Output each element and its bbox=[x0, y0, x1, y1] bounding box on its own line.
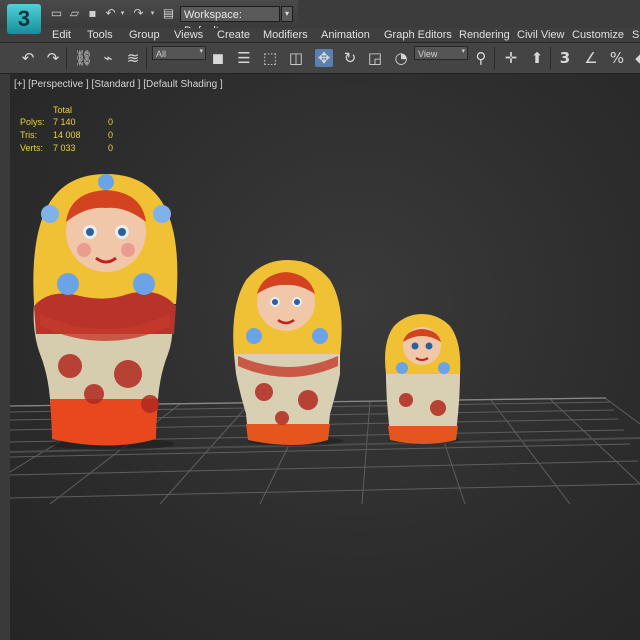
main-toolbar: ↶ ↷ ⛓ ⌁ ≋ All ▾ ◼ ☰ ⬚ ◫ ✥ ↻ ◲ ◔ View ▾ ⚲… bbox=[0, 43, 640, 74]
viewport-left-border bbox=[0, 74, 10, 640]
undo-icon[interactable]: ↶ bbox=[19, 49, 37, 67]
stats-header: Total bbox=[53, 105, 73, 115]
toolbar-separator bbox=[550, 47, 551, 69]
menu-modifiers[interactable]: Modifiers bbox=[263, 28, 308, 42]
stats-verts-label: Verts: bbox=[20, 143, 44, 153]
undo-dropdown-icon[interactable]: ▾ bbox=[116, 7, 129, 20]
title-bar: 3 ▭ ▱ ▪ ↶ ▾ ↷ ▾ ▤ Workspace: Default ▾ bbox=[0, 0, 640, 37]
menu-bar: Edit Tools Group Views Create Modifiers … bbox=[0, 28, 640, 43]
menu-rendering[interactable]: Rendering bbox=[459, 28, 510, 42]
reference-coord-value: View bbox=[418, 49, 438, 59]
snap-3d-icon[interactable]: 3 bbox=[556, 49, 574, 67]
selection-filter-dropdown[interactable]: All ▾ bbox=[152, 46, 206, 60]
stats-polys-selected: 0 bbox=[108, 117, 114, 127]
spinner-snap-icon[interactable]: ◆ bbox=[632, 49, 640, 67]
title-bar-empty bbox=[298, 0, 640, 28]
select-manipulate-icon[interactable]: ✛ bbox=[502, 49, 520, 67]
project-icon[interactable]: ▤ bbox=[162, 7, 175, 20]
workspace-dropdown-icon[interactable]: ▾ bbox=[281, 6, 293, 22]
redo-icon[interactable]: ↷ bbox=[132, 7, 145, 20]
menu-views[interactable]: Views bbox=[174, 28, 203, 42]
place-icon[interactable]: ◔ bbox=[392, 49, 410, 67]
perspective-viewport[interactable]: [+] [Perspective ] [Standard ] [Default … bbox=[10, 74, 640, 640]
viewport-label[interactable]: [+] [Perspective ] [Standard ] [Default … bbox=[14, 79, 223, 90]
menu-scripting[interactable]: S bbox=[632, 28, 639, 42]
menu-civil-view[interactable]: Civil View bbox=[517, 28, 564, 42]
menu-animation[interactable]: Animation bbox=[321, 28, 370, 42]
new-file-icon[interactable]: ▭ bbox=[50, 7, 63, 20]
scale-icon[interactable]: ◲ bbox=[366, 49, 384, 67]
open-folder-icon[interactable]: ▱ bbox=[68, 7, 81, 20]
select-object-icon[interactable]: ◼ bbox=[209, 49, 227, 67]
toolbar-separator bbox=[494, 47, 495, 69]
keyboard-shortcut-icon[interactable]: ⬆ bbox=[528, 49, 546, 67]
stats-verts-selected: 0 bbox=[108, 143, 114, 153]
pivot-icon[interactable]: ⚲ bbox=[472, 49, 490, 67]
move-icon[interactable]: ✥ bbox=[315, 49, 333, 67]
window-crossing-icon[interactable]: ◫ bbox=[287, 49, 305, 67]
home-grid bbox=[10, 174, 640, 505]
menu-edit[interactable]: Edit bbox=[52, 28, 71, 42]
redo-dropdown-icon[interactable]: ▾ bbox=[146, 7, 159, 20]
toolbar-separator bbox=[146, 47, 147, 69]
stats-polys-label: Polys: bbox=[20, 117, 45, 127]
chevron-down-icon: ▾ bbox=[199, 47, 203, 55]
stats-polys-total: 7 140 bbox=[53, 117, 76, 127]
rotate-icon[interactable]: ↻ bbox=[341, 49, 359, 67]
select-by-name-icon[interactable]: ☰ bbox=[235, 49, 253, 67]
menu-create[interactable]: Create bbox=[217, 28, 250, 42]
menu-group[interactable]: Group bbox=[129, 28, 160, 42]
menu-tools[interactable]: Tools bbox=[87, 28, 113, 42]
unlink-icon[interactable]: ⌁ bbox=[99, 49, 117, 67]
menu-graph-editors[interactable]: Graph Editors bbox=[384, 28, 452, 42]
workspace-select[interactable]: Workspace: Default bbox=[180, 6, 280, 37]
percent-snap-icon[interactable]: % bbox=[608, 49, 626, 67]
stats-tris-selected: 0 bbox=[108, 130, 114, 140]
rect-selection-icon[interactable]: ⬚ bbox=[261, 49, 279, 67]
bind-spacewarp-icon[interactable]: ≋ bbox=[124, 49, 142, 67]
toolbar-separator bbox=[66, 47, 67, 69]
stats-tris-total: 14 008 bbox=[53, 130, 81, 140]
menu-customize[interactable]: Customize bbox=[572, 28, 624, 42]
matryoshka-small[interactable] bbox=[385, 314, 461, 444]
selection-filter-value: All bbox=[156, 49, 167, 59]
app-logo[interactable]: 3 bbox=[7, 4, 41, 34]
stats-tris-label: Tris: bbox=[20, 130, 38, 140]
redo-icon[interactable]: ↷ bbox=[44, 49, 62, 67]
save-icon[interactable]: ▪ bbox=[86, 7, 99, 20]
matryoshka-large[interactable] bbox=[33, 174, 178, 450]
angle-snap-icon[interactable]: ∠ bbox=[582, 49, 600, 67]
matryoshka-medium[interactable] bbox=[233, 260, 343, 446]
stats-verts-total: 7 033 bbox=[53, 143, 76, 153]
chevron-down-icon: ▾ bbox=[461, 47, 465, 55]
reference-coord-dropdown[interactable]: View ▾ bbox=[414, 46, 468, 60]
link-icon[interactable]: ⛓ bbox=[74, 49, 93, 67]
